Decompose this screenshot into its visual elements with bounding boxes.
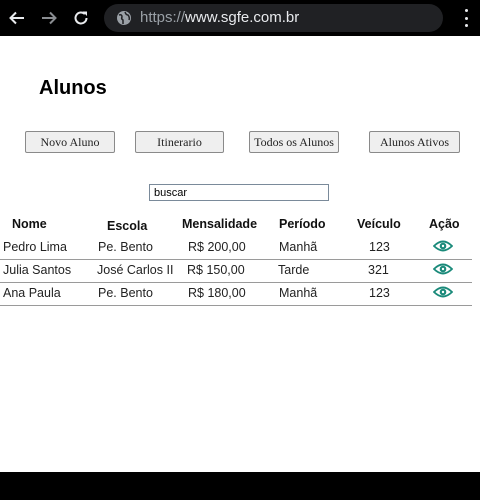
eye-icon[interactable] [432,262,454,276]
column-header-periodo: Período [279,217,326,231]
browser-toolbar: https://www.sgfe.com.br [0,0,480,36]
novo-aluno-button[interactable]: Novo Aluno [25,131,115,153]
cell-escola: Pe. Bento [98,240,153,254]
url-scheme: https:// [140,9,186,26]
column-header-mensalidade: Mensalidade [182,217,258,231]
eye-icon[interactable] [432,285,454,299]
address-bar[interactable]: https://www.sgfe.com.br [104,4,443,32]
page-title: Alunos [39,77,107,99]
arrow-right-icon[interactable] [37,6,61,30]
column-header-escola: Escola [107,219,148,233]
search-input[interactable] [149,184,329,201]
table-row: Julia Santos José Carlos II R$ 150,00 Ta… [0,259,472,283]
alunos-ativos-button[interactable]: Alunos Ativos [369,131,460,153]
todos-os-alunos-button[interactable]: Todos os Alunos [249,131,339,153]
cell-nome: Julia Santos [3,263,72,277]
reload-icon[interactable] [69,6,93,30]
cell-mensalidade: R$ 150,00 [187,263,245,277]
column-header-veiculo: Veículo [357,217,401,231]
bottom-bar [0,472,480,500]
url-text: https://www.sgfe.com.br [140,9,299,26]
kebab-menu-icon[interactable] [456,8,476,28]
cell-periodo: Manhã [279,286,318,300]
cell-mensalidade: R$ 180,00 [188,286,246,300]
globe-icon [116,10,132,26]
cell-escola: José Carlos II [97,263,174,277]
cell-mensalidade: R$ 200,00 [188,240,246,254]
arrow-left-icon[interactable] [5,6,29,30]
cell-veiculo: 123 [369,240,390,254]
cell-veiculo: 321 [368,263,389,277]
eye-icon[interactable] [432,239,454,253]
cell-veiculo: 123 [369,286,390,300]
column-header-nome: Nome [12,217,47,231]
url-host: www.sgfe.com.br [185,9,300,26]
cell-periodo: Manhã [279,240,318,254]
cell-nome: Pedro Lima [3,240,67,254]
itinerario-button[interactable]: Itinerario [135,131,224,153]
cell-nome: Ana Paula [3,286,61,300]
cell-escola: Pe. Bento [98,286,153,300]
table-row: Ana Paula Pe. Bento R$ 180,00 Manhã 123 [0,282,472,306]
table-row: Pedro Lima Pe. Bento R$ 200,00 Manhã 123 [0,236,472,260]
column-header-acao: Ação [429,217,460,231]
cell-periodo: Tarde [278,263,310,277]
